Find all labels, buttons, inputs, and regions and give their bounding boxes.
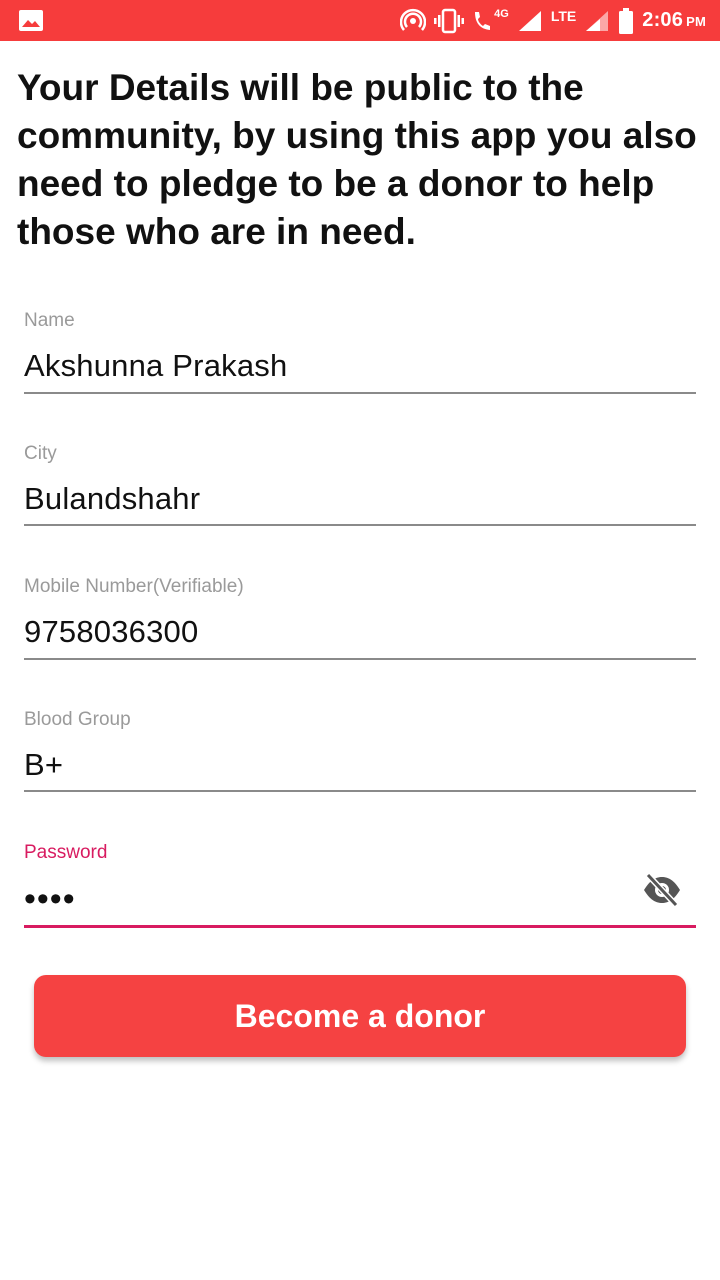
status-bar: 4G LTE 2:06 PM	[0, 0, 720, 41]
hotspot-icon	[400, 8, 427, 31]
city-input[interactable]: Bulandshahr	[24, 481, 200, 517]
wifi-call-icon	[475, 11, 491, 30]
mobile-underline	[24, 658, 696, 660]
mobile-label: Mobile Number(Verifiable)	[24, 576, 244, 597]
blood-group-input[interactable]: B+	[24, 747, 63, 783]
eye-off-icon[interactable]	[642, 872, 682, 908]
blood-group-underline	[24, 790, 696, 792]
city-label: City	[24, 443, 57, 464]
clock: 2:06 PM	[642, 9, 706, 31]
password-field[interactable]: Password ••••	[24, 842, 696, 930]
blood-group-label: Blood Group	[24, 709, 131, 730]
battery-icon	[619, 7, 634, 34]
network-4g-label: 4G	[494, 7, 509, 20]
name-underline	[24, 392, 696, 394]
mobile-field[interactable]: Mobile Number(Verifiable) 9758036300	[24, 576, 696, 662]
become-donor-button[interactable]: Become a donor	[34, 975, 686, 1057]
vibrate-icon	[434, 8, 465, 33]
name-label: Name	[24, 310, 75, 331]
status-icons: 4G LTE 2:06 PM	[400, 0, 706, 41]
password-underline	[24, 925, 696, 928]
name-field[interactable]: Name Akshunna Prakash	[24, 310, 696, 396]
signal-icon-2	[586, 10, 609, 31]
name-input[interactable]: Akshunna Prakash	[24, 348, 287, 384]
gallery-icon	[19, 10, 43, 31]
password-label: Password	[24, 842, 108, 863]
public-details-notice: Your Details will be public to the commu…	[17, 67, 697, 252]
network-lte-label: LTE	[550, 7, 577, 24]
password-input[interactable]: ••••	[24, 882, 76, 916]
mobile-input[interactable]: 9758036300	[24, 614, 198, 650]
blood-group-field[interactable]: Blood Group B+	[24, 709, 696, 795]
city-underline	[24, 524, 696, 526]
signal-icon	[518, 10, 541, 31]
city-field[interactable]: City Bulandshahr	[24, 443, 696, 529]
